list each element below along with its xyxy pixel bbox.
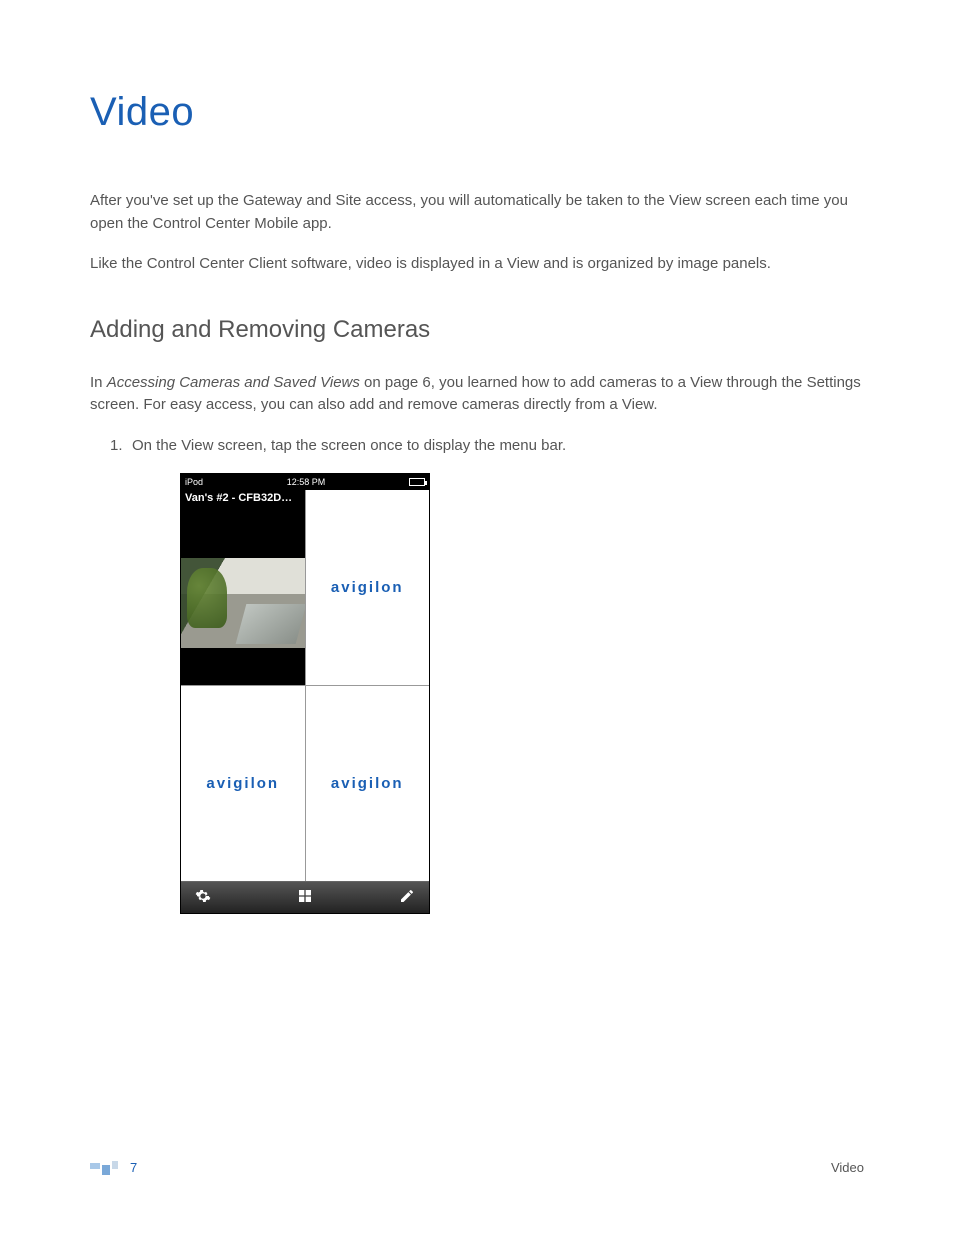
gear-icon[interactable]	[195, 888, 211, 907]
battery-icon	[409, 478, 425, 486]
intro-paragraph-1: After you've set up the Gateway and Site…	[90, 190, 864, 235]
text-fragment: In	[90, 374, 107, 391]
bottom-toolbar	[181, 881, 429, 913]
camera-panel-empty[interactable]: avigilon	[306, 490, 430, 685]
status-bar: iPod 12:58 PM	[181, 474, 429, 490]
camera-panel-1[interactable]: Van's #2 - CFB32D…	[181, 490, 305, 685]
brand-placeholder: avigilon	[206, 775, 279, 792]
section-heading: Adding and Removing Cameras	[90, 316, 864, 344]
camera-thumbnail	[181, 558, 305, 648]
section-paragraph: In Accessing Cameras and Saved Views on …	[90, 372, 864, 417]
page-number: 7	[130, 1160, 137, 1175]
camera-grid: Van's #2 - CFB32D… avigilon avigilon avi…	[181, 490, 429, 881]
camera-label: Van's #2 - CFB32D…	[181, 490, 305, 506]
pencil-icon[interactable]	[399, 888, 415, 907]
list-item: 1.On the View screen, tap the screen onc…	[132, 435, 864, 458]
brand-placeholder: avigilon	[331, 579, 404, 596]
step-number: 1.	[110, 435, 132, 458]
screenshot-phone-mock: iPod 12:58 PM Van's #2 - CFB32D… avigilo…	[180, 473, 430, 914]
status-time: 12:58 PM	[287, 477, 326, 487]
page-footer: 7 Video	[90, 1160, 864, 1175]
intro-paragraph-2: Like the Control Center Client software,…	[90, 253, 864, 276]
status-device: iPod	[185, 477, 203, 487]
page-title: Video	[90, 90, 864, 135]
camera-panel-empty[interactable]: avigilon	[306, 686, 430, 881]
cross-reference: Accessing Cameras and Saved Views	[107, 374, 360, 391]
camera-panel-empty[interactable]: avigilon	[181, 686, 305, 881]
footer-section-label: Video	[831, 1160, 864, 1175]
step-text: On the View screen, tap the screen once …	[132, 437, 566, 454]
footer-logo-icon	[90, 1161, 120, 1175]
brand-placeholder: avigilon	[331, 775, 404, 792]
grid-icon[interactable]	[297, 888, 313, 907]
